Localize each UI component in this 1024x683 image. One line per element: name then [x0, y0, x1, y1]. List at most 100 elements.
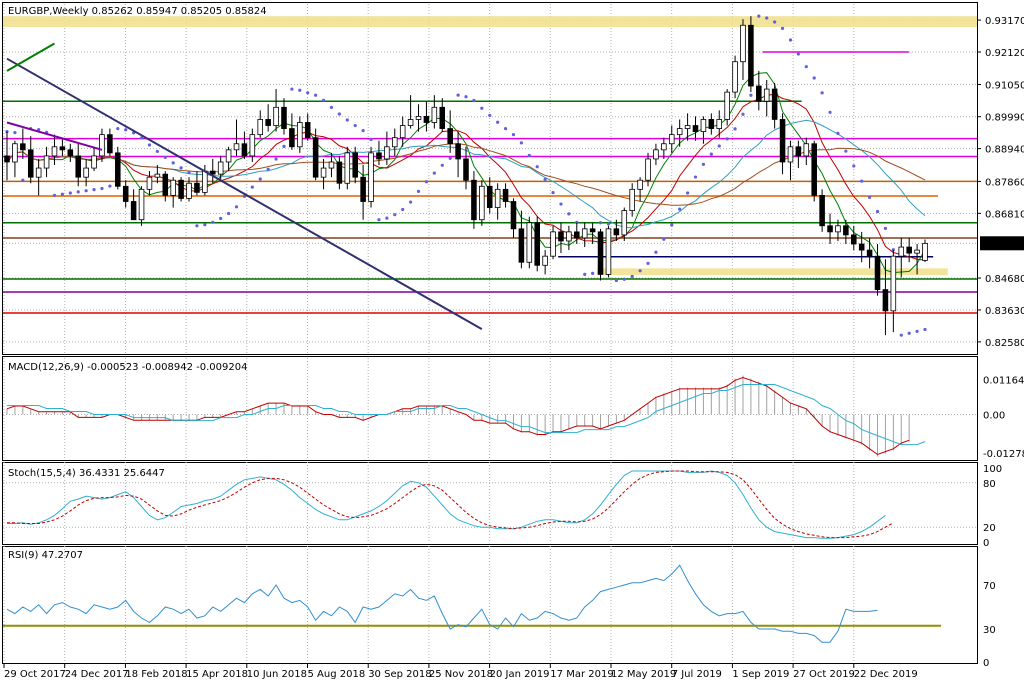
- sar-dot: [456, 93, 460, 97]
- sar-dot: [915, 329, 919, 333]
- candle-body: [463, 158, 469, 181]
- candle-body: [566, 231, 572, 242]
- sar-dot: [306, 91, 310, 95]
- candle-body: [312, 137, 319, 178]
- candle-body: [217, 161, 224, 175]
- candle-body: [194, 182, 200, 193]
- candle-body: [922, 243, 928, 261]
- sar-dot: [598, 221, 603, 225]
- candle-body: [170, 179, 176, 196]
- sar-dot: [211, 220, 215, 224]
- sar-dot: [875, 209, 880, 214]
- candle-body: [629, 188, 635, 211]
- sar-dot: [179, 166, 183, 170]
- sar-dot: [757, 14, 761, 18]
- sar-dot: [60, 192, 64, 196]
- date-axis-label: 20 Jan 2019: [490, 669, 550, 680]
- candle-body: [740, 24, 746, 63]
- candle-body: [471, 179, 477, 221]
- candle-body: [486, 185, 493, 208]
- candle-body: [304, 122, 311, 139]
- sar-dot: [353, 123, 357, 128]
- price-axis-label: 0.83630: [985, 306, 1024, 317]
- candle-body: [209, 170, 216, 175]
- candle-body: [811, 143, 817, 196]
- date-axis-label: 17 Mar 2019: [550, 669, 613, 680]
- sar-dot: [511, 133, 516, 137]
- date-axis-label: 22 Dec 2019: [854, 669, 918, 680]
- sar-dot: [464, 95, 468, 99]
- sar-dot: [314, 93, 318, 97]
- date-axis-label: 15 Apr 2018: [186, 669, 248, 680]
- rsi-axis-label: 30: [983, 625, 996, 636]
- candle-body: [20, 143, 26, 151]
- candle-body: [138, 188, 145, 221]
- sar-dot: [203, 223, 207, 227]
- candle-body: [431, 106, 438, 123]
- sar-dot: [678, 207, 682, 211]
- candle-body: [249, 134, 256, 157]
- candle-body: [59, 146, 66, 151]
- sar-dot: [234, 205, 239, 209]
- date-axis-label: 18 Feb 2018: [125, 669, 187, 680]
- sar-dot: [923, 327, 927, 332]
- sar-dot: [108, 184, 112, 188]
- sar-dot: [385, 216, 389, 220]
- candle-body: [914, 249, 920, 254]
- sar-dot: [567, 212, 571, 216]
- candle-body: [637, 179, 643, 190]
- sar-dot: [163, 155, 167, 159]
- sar-dot: [195, 224, 199, 228]
- price-axis-label: 0.87860: [985, 177, 1024, 188]
- candle-body: [265, 119, 271, 126]
- candle-body: [202, 170, 208, 193]
- macd-label: MACD(12,26,9) -0.000523 -0.008942 -0.009…: [8, 362, 247, 373]
- candle-body: [771, 88, 778, 120]
- candle-body: [115, 152, 121, 187]
- sar-dot: [345, 118, 349, 122]
- rsi-axis-label: 70: [983, 581, 996, 592]
- candle-body: [415, 116, 422, 120]
- sar-dot: [836, 131, 840, 135]
- candle-body: [851, 234, 857, 245]
- sar-dot: [155, 149, 159, 154]
- candle-body: [502, 188, 509, 202]
- sar-dot: [266, 167, 270, 171]
- candle-body: [866, 249, 873, 257]
- level-zone: [3, 16, 977, 28]
- sar-dot: [828, 110, 832, 114]
- sar-dot: [519, 141, 523, 145]
- date-axis-label: 24 Dec 2017: [65, 669, 129, 680]
- sar-dot: [84, 189, 88, 193]
- price-axis-label: 0.88940: [985, 145, 1024, 156]
- candle-body: [668, 134, 675, 145]
- sar-dot: [226, 211, 231, 216]
- sar-dot: [116, 126, 120, 131]
- sar-dot: [440, 163, 444, 167]
- candle-body: [518, 228, 525, 263]
- candle-body: [225, 149, 232, 163]
- stoch-axis-label: 100: [983, 464, 1002, 475]
- sar-dot: [899, 333, 903, 337]
- sar-dot: [472, 98, 476, 103]
- sar-dot: [749, 93, 753, 97]
- candle-body: [597, 231, 604, 275]
- macd-axis-label: -0.012781: [983, 449, 1024, 460]
- candle-body: [83, 167, 89, 178]
- candle-body: [241, 143, 248, 157]
- sar-dot: [258, 177, 262, 181]
- candle-body: [233, 143, 240, 151]
- candle-body: [763, 88, 770, 102]
- candle-body: [906, 246, 912, 254]
- candle-body: [107, 134, 113, 154]
- candle-body: [273, 106, 279, 126]
- sar-dot: [844, 149, 848, 153]
- candle-body: [447, 128, 453, 145]
- candle-body: [803, 143, 810, 157]
- sar-dot: [424, 180, 429, 184]
- candle-body: [154, 173, 161, 178]
- candle-body: [344, 152, 351, 184]
- candle-body: [328, 161, 335, 169]
- candle-body: [700, 119, 707, 133]
- chart-root: 0.93170 0.92120 0.91050 0.89990 0.88940 0.878…: [2, 2, 1024, 680]
